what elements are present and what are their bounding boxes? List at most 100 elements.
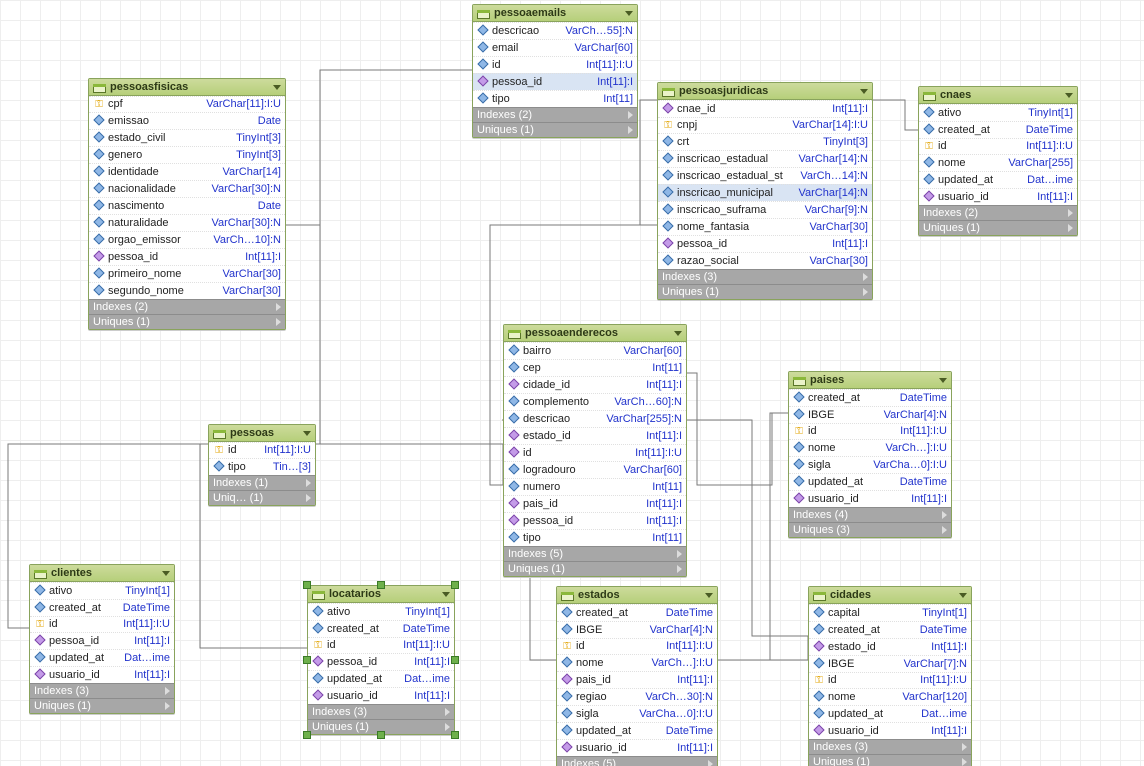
column-row[interactable]: emissaoDate [89,112,285,129]
table-footer[interactable]: Indexes (2) [473,107,637,122]
column-row[interactable]: idInt[11]:I:U [504,444,686,461]
table-clientes[interactable]: clientesativoTinyInt[1]created_atDateTim… [29,564,175,714]
table-footer[interactable]: Indexes (5) [504,546,686,561]
column-row[interactable]: pais_idInt[11]:I [557,671,717,688]
column-row[interactable]: generoTinyInt[3] [89,146,285,163]
column-row[interactable]: IBGEVarChar[7]:N [809,655,971,672]
column-row[interactable]: nomeVarCh…]:I:U [789,439,951,456]
resize-handle[interactable] [451,731,459,739]
column-row[interactable]: usuario_idInt[11]:I [789,490,951,507]
table-footer[interactable]: Indexes (5) [557,756,717,766]
column-row[interactable]: cepInt[11] [504,359,686,376]
table-header[interactable]: pessoaemails [473,5,637,22]
column-row[interactable]: created_atDateTime [789,389,951,406]
column-row[interactable]: ⚿cpfVarChar[11]:I:U [89,96,285,112]
column-row[interactable]: capitalTinyInt[1] [809,604,971,621]
table-footer[interactable]: Indexes (3) [30,683,174,698]
column-row[interactable]: pessoa_idInt[11]:I [89,248,285,265]
resize-handle[interactable] [303,731,311,739]
column-row[interactable]: usuario_idInt[11]:I [30,666,174,683]
column-row[interactable]: created_atDateTime [557,604,717,621]
column-row[interactable]: pessoa_idInt[11]:I [658,235,872,252]
column-row[interactable]: cnae_idInt[11]:I [658,100,872,117]
column-row[interactable]: cidade_idInt[11]:I [504,376,686,393]
column-row[interactable]: usuario_idInt[11]:I [557,739,717,756]
column-row[interactable]: updated_atDat…ime [809,705,971,722]
table-footer[interactable]: Indexes (3) [809,739,971,754]
column-row[interactable]: pessoa_idInt[11]:I [473,73,637,90]
column-row[interactable]: ativoTinyInt[1] [30,582,174,599]
column-row[interactable]: inscricao_suframaVarChar[9]:N [658,201,872,218]
column-row[interactable]: naturalidadeVarChar[30]:N [89,214,285,231]
column-row[interactable]: ativoTinyInt[1] [919,104,1077,121]
column-row[interactable]: created_atDateTime [919,121,1077,138]
table-estados[interactable]: estadoscreated_atDateTimeIBGEVarChar[4]:… [556,586,718,766]
resize-handle[interactable] [377,581,385,589]
table-pessoasjuridicas[interactable]: pessoasjuridicascnae_idInt[11]:I⚿cnpjVar… [657,82,873,300]
table-pessoaenderecos[interactable]: pessoaenderecosbairroVarChar[60]cepInt[1… [503,324,687,577]
column-row[interactable]: pais_idInt[11]:I [504,495,686,512]
chevron-down-icon[interactable] [303,431,311,436]
column-row[interactable]: primeiro_nomeVarChar[30] [89,265,285,282]
chevron-down-icon[interactable] [162,571,170,576]
table-footer[interactable]: Uniques (1) [809,754,971,766]
column-row[interactable]: logradouroVarChar[60] [504,461,686,478]
column-row[interactable]: bairroVarChar[60] [504,342,686,359]
table-footer[interactable]: Indexes (2) [919,205,1077,220]
chevron-down-icon[interactable] [1065,93,1073,98]
chevron-down-icon[interactable] [705,593,713,598]
column-row[interactable]: updated_atDateTime [557,722,717,739]
column-row[interactable]: tipoInt[11] [473,90,637,107]
column-row[interactable]: idInt[11]:I:U [473,56,637,73]
resize-handle[interactable] [303,581,311,589]
table-header[interactable]: pessoasjuridicas [658,83,872,100]
table-pessoasfisicas[interactable]: pessoasfisicas⚿cpfVarChar[11]:I:Uemissao… [88,78,286,330]
table-footer[interactable]: Uniques (1) [658,284,872,299]
column-row[interactable]: ⚿idInt[11]:I:U [30,616,174,632]
table-footer[interactable]: Uniques (3) [789,522,951,537]
column-row[interactable]: emailVarChar[60] [473,39,637,56]
column-row[interactable]: numeroInt[11] [504,478,686,495]
chevron-down-icon[interactable] [959,593,967,598]
table-footer[interactable]: Indexes (2) [89,299,285,314]
column-row[interactable]: nomeVarChar[120] [809,688,971,705]
table-footer[interactable]: Indexes (3) [308,704,454,719]
column-row[interactable]: ⚿cnpjVarChar[14]:I:U [658,117,872,133]
table-header[interactable]: clientes [30,565,174,582]
column-row[interactable]: IBGEVarChar[4]:N [789,406,951,423]
column-row[interactable]: inscricao_municipalVarChar[14]:N [658,184,872,201]
column-row[interactable]: updated_atDat…ime [308,670,454,687]
table-locatarios[interactable]: locatariosativoTinyInt[1]created_atDateT… [307,585,455,735]
column-row[interactable]: razao_socialVarChar[30] [658,252,872,269]
column-row[interactable]: ⚿idInt[11]:I:U [209,442,315,458]
table-footer[interactable]: Uniq… (1) [209,490,315,505]
column-row[interactable]: identidadeVarChar[14] [89,163,285,180]
column-row[interactable]: pessoa_idInt[11]:I [30,632,174,649]
table-header[interactable]: pessoaenderecos [504,325,686,342]
column-row[interactable]: inscricao_estadual_stVarCh…14]:N [658,167,872,184]
table-footer[interactable]: Indexes (1) [209,475,315,490]
column-row[interactable]: updated_atDat…ime [30,649,174,666]
column-row[interactable]: ativoTinyInt[1] [308,603,454,620]
column-row[interactable]: updated_atDat…ime [919,171,1077,188]
column-row[interactable]: nomeVarChar[255] [919,154,1077,171]
column-row[interactable]: siglaVarCha…0]:I:U [789,456,951,473]
table-pessoaemails[interactable]: pessoaemailsdescricaoVarCh…55]:NemailVar… [472,4,638,138]
resize-handle[interactable] [451,656,459,664]
erd-canvas[interactable]: pessoasfisicas⚿cpfVarChar[11]:I:Uemissao… [0,0,1144,766]
table-footer[interactable]: Indexes (3) [658,269,872,284]
column-row[interactable]: nascimentoDate [89,197,285,214]
column-row[interactable]: crtTinyInt[3] [658,133,872,150]
column-row[interactable]: estado_civilTinyInt[3] [89,129,285,146]
chevron-down-icon[interactable] [674,331,682,336]
resize-handle[interactable] [377,731,385,739]
column-row[interactable]: usuario_idInt[11]:I [809,722,971,739]
table-cnaes[interactable]: cnaesativoTinyInt[1]created_atDateTime⚿i… [918,86,1078,236]
column-row[interactable]: tipoTin…[3] [209,458,315,475]
column-row[interactable]: nacionalidadeVarChar[30]:N [89,180,285,197]
table-footer[interactable]: Uniques (1) [473,122,637,137]
table-footer[interactable]: Uniques (1) [504,561,686,576]
column-row[interactable]: usuario_idInt[11]:I [919,188,1077,205]
column-row[interactable]: ⚿idInt[11]:I:U [308,637,454,653]
column-row[interactable]: regiaoVarCh…30]:N [557,688,717,705]
